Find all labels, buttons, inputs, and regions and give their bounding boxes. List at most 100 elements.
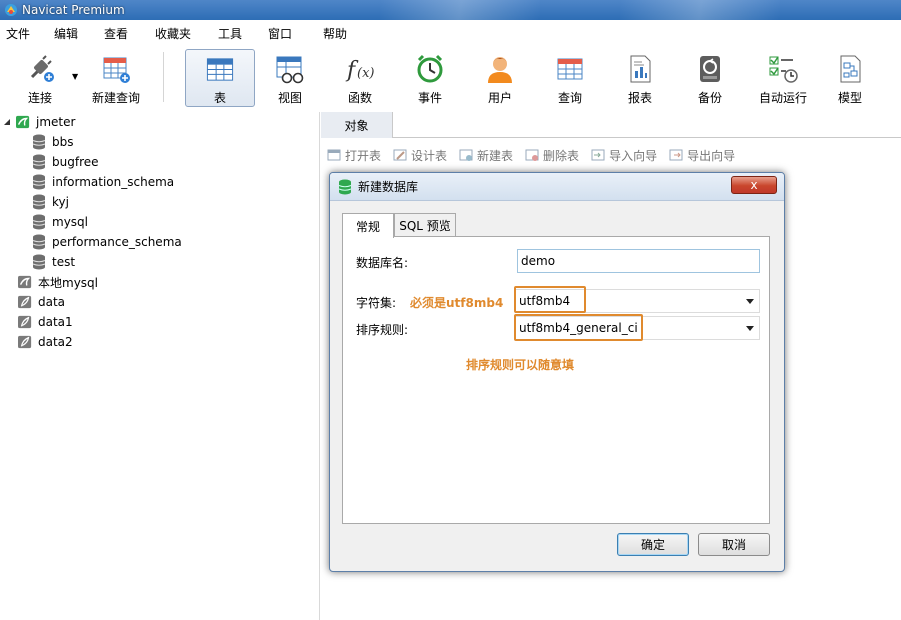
menu-file[interactable]: 文件 xyxy=(3,25,33,42)
user-icon xyxy=(488,57,512,83)
table-button[interactable]: 表 xyxy=(185,49,255,107)
view-icon xyxy=(276,56,304,84)
function-label: 函数 xyxy=(347,91,372,105)
tree-database-bugfree[interactable]: bugfree xyxy=(32,152,350,172)
schedule-icon xyxy=(769,56,798,83)
database-icon xyxy=(32,254,46,270)
tree-connection-data1[interactable]: data1 xyxy=(18,312,336,332)
tree-database-kyj[interactable]: kyj xyxy=(32,192,350,212)
database-green-icon xyxy=(338,179,352,194)
delete-table-icon xyxy=(525,149,539,161)
menu-window[interactable]: 窗口 xyxy=(265,25,295,42)
database-icon xyxy=(32,174,46,190)
tree-item-label: information_schema xyxy=(52,175,175,189)
new-query-label: 新建查询 xyxy=(91,91,140,105)
menu-help[interactable]: 帮助 xyxy=(320,25,350,42)
tree-database-information-schema[interactable]: information_schema xyxy=(32,172,350,192)
view-label: 视图 xyxy=(277,91,302,105)
window-titlebar: Navicat Premium xyxy=(0,0,901,20)
titlebar-glare xyxy=(380,0,540,20)
db-name-label: 数据库名: xyxy=(356,256,409,270)
tree-connection-jmeter[interactable]: jmeter xyxy=(2,112,320,132)
design-table-icon xyxy=(393,149,407,161)
connect-button[interactable]: 连接 xyxy=(8,49,72,107)
tree-connection-data[interactable]: data xyxy=(18,292,336,312)
tab-objects[interactable]: 对象 xyxy=(321,112,393,138)
tree-item-label: jmeter xyxy=(36,115,76,129)
new-table-button[interactable]: 新建表 xyxy=(459,147,513,164)
delete-table-button[interactable]: 删除表 xyxy=(525,147,579,164)
import-wizard-button[interactable]: 导入向导 xyxy=(591,147,657,164)
event-label: 事件 xyxy=(417,91,442,105)
general-panel: 数据库名: demo 字符集: 必须是utf8mb4 utf8mb4 排序规则:… xyxy=(342,236,770,524)
tree-item-label: bbs xyxy=(52,135,74,149)
feather-connection-icon xyxy=(18,315,32,329)
tree-item-label: data1 xyxy=(38,315,73,329)
tree-database-bbs[interactable]: bbs xyxy=(32,132,350,152)
menu-view[interactable]: 查看 xyxy=(101,25,131,42)
cancel-button[interactable]: 取消 xyxy=(698,533,770,556)
charset-label: 字符集: xyxy=(356,296,397,310)
db-name-input[interactable]: demo xyxy=(517,249,760,273)
chevron-down-icon xyxy=(746,299,754,304)
report-label: 报表 xyxy=(627,91,652,105)
toolbar-divider xyxy=(163,52,164,102)
dialog-close-button[interactable]: x xyxy=(731,176,777,194)
tree-database-test[interactable]: test xyxy=(32,252,350,272)
menu-favorites[interactable]: 收藏夹 xyxy=(152,25,194,42)
tree-item-label: bugfree xyxy=(52,155,99,169)
user-button[interactable]: 用户 xyxy=(468,49,532,107)
tree-item-label: mysql xyxy=(52,215,88,229)
table-icon xyxy=(206,58,234,81)
new-database-dialog: 新建数据库 x 常规 SQL 预览 数据库名: demo 字符集: 必须是utf… xyxy=(329,172,785,572)
query-button[interactable]: 查询 xyxy=(538,49,602,107)
export-icon xyxy=(669,149,683,161)
function-button[interactable]: f (x) 函数 xyxy=(328,49,392,107)
auto-run-button[interactable]: 自动运行 xyxy=(748,49,818,107)
chevron-down-icon xyxy=(746,326,754,331)
collation-label: 排序规则: xyxy=(356,323,409,337)
tree-item-label: performance_schema xyxy=(52,235,182,249)
dialog-titlebar[interactable]: 新建数据库 x xyxy=(330,173,784,201)
new-query-icon xyxy=(103,57,130,83)
tree-connection-data2[interactable]: data2 xyxy=(18,332,336,352)
connect-label: 连接 xyxy=(27,91,52,105)
user-label: 用户 xyxy=(487,91,512,105)
plug-icon xyxy=(30,55,54,82)
tree-database-mysql[interactable]: mysql xyxy=(32,212,350,232)
collapse-triangle-icon[interactable] xyxy=(2,117,12,127)
ok-button[interactable]: 确定 xyxy=(617,533,689,556)
query-label: 查询 xyxy=(557,91,582,105)
backup-button[interactable]: 备份 xyxy=(678,49,742,107)
database-icon xyxy=(32,194,46,210)
table-label: 表 xyxy=(213,91,226,105)
open-table-icon xyxy=(327,149,341,161)
open-table-button[interactable]: 打开表 xyxy=(327,147,381,164)
tab-sql-preview[interactable]: SQL 预览 xyxy=(394,213,456,237)
tree-database-performance-schema[interactable]: performance_schema xyxy=(32,232,350,252)
menu-edit[interactable]: 编辑 xyxy=(51,25,81,42)
event-button[interactable]: 事件 xyxy=(398,49,462,107)
tab-general[interactable]: 常规 xyxy=(342,213,394,238)
design-table-button[interactable]: 设计表 xyxy=(393,147,447,164)
mysql-connection-icon xyxy=(16,115,30,129)
dialog-title: 新建数据库 xyxy=(358,180,419,194)
connect-dropdown-arrow-icon[interactable]: ▼ xyxy=(72,72,78,81)
export-wizard-button[interactable]: 导出向导 xyxy=(669,147,735,164)
charset-highlight-box xyxy=(514,286,586,313)
model-button[interactable]: 模型 xyxy=(818,49,882,107)
collation-annotation: 排序规则可以随意填 xyxy=(466,358,575,372)
function-icon: f (x) xyxy=(345,58,374,83)
menu-tools[interactable]: 工具 xyxy=(215,25,245,42)
content-tab-bar: 对象 xyxy=(321,112,901,138)
backup-icon xyxy=(700,56,720,82)
view-button[interactable]: 视图 xyxy=(258,49,322,107)
feather-connection-icon xyxy=(18,335,32,349)
new-query-button[interactable]: 新建查询 xyxy=(86,49,146,107)
alarm-clock-icon xyxy=(417,54,443,83)
objects-toolbar: 打开表 设计表 新建表 删除表 导入向导 导出向导 xyxy=(321,144,901,166)
tree-connection-local-mysql[interactable]: 本地mysql xyxy=(18,272,336,292)
charset-annotation: 必须是utf8mb4 xyxy=(410,296,504,310)
new-table-icon xyxy=(459,149,473,161)
report-button[interactable]: 报表 xyxy=(608,49,672,107)
